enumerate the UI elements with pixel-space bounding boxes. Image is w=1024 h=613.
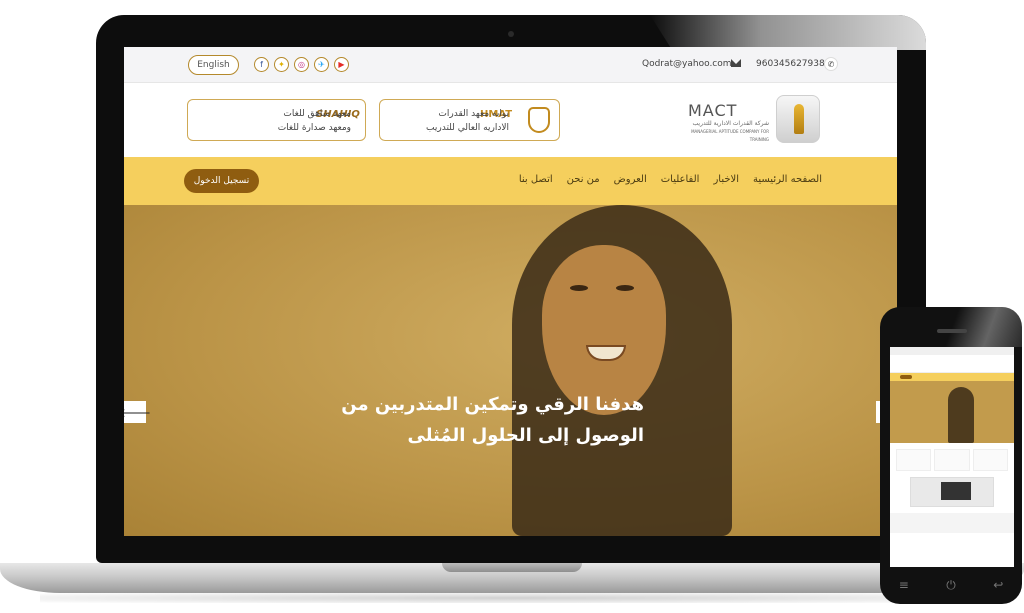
phone-cards <box>896 449 1008 471</box>
power-icon[interactable]: ⏻ <box>946 578 956 593</box>
phone-glare <box>940 307 1022 347</box>
nav-item-home[interactable]: الصفحه الرئيسية <box>753 174 822 185</box>
menu-icon[interactable]: ≡ <box>899 578 909 592</box>
brand-title: MACT <box>688 101 738 120</box>
partner-hmat-line1: بوابه معهد القدرات <box>438 109 509 119</box>
partner-hmat-line2: الاداريه العالي للتدريب <box>426 123 509 133</box>
phone-card[interactable] <box>896 449 932 471</box>
device-mockup: English f ✦ ◎ ✈ ▶ Qodrat@yahoo.com 96034… <box>0 0 1024 613</box>
partner-shahiq-text: معهد شاهق للغات ومعهد صدارة للغات <box>278 107 351 135</box>
laptop-camera <box>508 31 514 37</box>
brand-logo[interactable]: MACT شركة القدرات الادارية للتدريب MANAG… <box>674 97 769 143</box>
partner-shahiq-line2: ومعهد صدارة للغات <box>277 123 351 133</box>
brand-subtitle: شركة القدرات الادارية للتدريب MANAGERIAL… <box>674 120 769 144</box>
back-icon[interactable]: ↩ <box>993 578 1003 592</box>
phone-card[interactable] <box>934 449 970 471</box>
partner-shahiq-line1: معهد شاهق للغات <box>283 109 351 119</box>
hero-caption-line1: هدفنا الرقي وتمكين المتدربين من <box>341 394 644 415</box>
social-links: f ✦ ◎ ✈ ▶ <box>254 57 349 72</box>
partner-shahiq[interactable]: SHAHIQ معهد شاهق للغات ومعهد صدارة للغات <box>187 99 366 141</box>
twitter-icon[interactable]: ✈ <box>314 57 329 72</box>
hmat-emblem-icon <box>528 107 550 133</box>
nav-menu: الصفحه الرئيسية الاخبار الفاعليات العروض… <box>519 174 822 185</box>
language-button[interactable]: English <box>188 55 239 75</box>
hero-caption-line2: الوصول إلى الحلول المُثلى <box>407 425 644 446</box>
instagram-icon[interactable]: ◎ <box>294 57 309 72</box>
laptop-screen: English f ✦ ◎ ✈ ▶ Qodrat@yahoo.com 96034… <box>124 47 897 536</box>
hero-background <box>124 205 897 536</box>
nav-item-about[interactable]: من نحن <box>567 174 600 185</box>
login-button[interactable]: تسجيل الدخول <box>184 169 259 193</box>
slider-prev-arrow-icon[interactable]: 🡐 <box>124 401 151 423</box>
partner-hmat[interactable]: HMAT بوابه معهد القدرات الاداريه العالي … <box>379 99 560 141</box>
phone-speaker <box>937 329 967 333</box>
partner-hmat-text: بوابه معهد القدرات الاداريه العالي للتدر… <box>426 107 509 135</box>
phone-hero-photo <box>948 387 974 443</box>
phone-nav-buttons: ≡ ⏻ ↩ <box>880 570 1022 600</box>
brand-subtitle-ar: شركة القدرات الادارية للتدريب <box>692 120 769 127</box>
laptop-glare <box>650 15 926 50</box>
phone-icon: ✆ <box>824 57 838 71</box>
phone-login-button[interactable] <box>900 375 912 379</box>
facebook-icon[interactable]: f <box>254 57 269 72</box>
laptop-notch <box>442 563 582 572</box>
nav-item-offers[interactable]: العروض <box>614 174 647 185</box>
hero-caption: هدفنا الرقي وتمكين المتدربين من الوصول إ… <box>324 389 644 451</box>
nav-item-contact[interactable]: اتصل بنا <box>519 174 553 185</box>
phone-laptop-image <box>910 477 994 507</box>
phone-site-nav <box>890 373 1014 381</box>
contact-email[interactable]: Qodrat@yahoo.com <box>642 59 732 69</box>
hero-photo-eye <box>570 285 588 291</box>
hero-slider: هدفنا الرقي وتمكين المتدربين من الوصول إ… <box>124 205 897 536</box>
phone-footer-section <box>890 513 1014 533</box>
nav-item-events[interactable]: الفاعليات <box>661 174 700 185</box>
nav-item-news[interactable]: الاخبار <box>713 174 739 185</box>
phone-site-header <box>890 355 1014 373</box>
mail-icon <box>731 59 741 67</box>
brand-emblem-icon <box>776 95 820 143</box>
phone-card[interactable] <box>972 449 1008 471</box>
main-nav: تسجيل الدخول الصفحه الرئيسية الاخبار الف… <box>124 157 897 205</box>
hero-photo-eye <box>616 285 634 291</box>
top-bar: English f ✦ ◎ ✈ ▶ Qodrat@yahoo.com 96034… <box>124 47 897 83</box>
snapchat-icon[interactable]: ✦ <box>274 57 289 72</box>
laptop-shadow <box>40 593 980 603</box>
phone-screen <box>890 347 1014 567</box>
phone-hero <box>890 381 1014 443</box>
contact-phone[interactable]: 960345627938+ <box>756 59 832 69</box>
phone-status-bar <box>890 347 1014 355</box>
youtube-icon[interactable]: ▶ <box>334 57 349 72</box>
brand-subtitle-en: MANAGERIAL APTITUDE COMPANY FOR TRAINING <box>691 129 769 142</box>
site-header: SHAHIQ معهد شاهق للغات ومعهد صدارة للغات… <box>124 83 897 157</box>
